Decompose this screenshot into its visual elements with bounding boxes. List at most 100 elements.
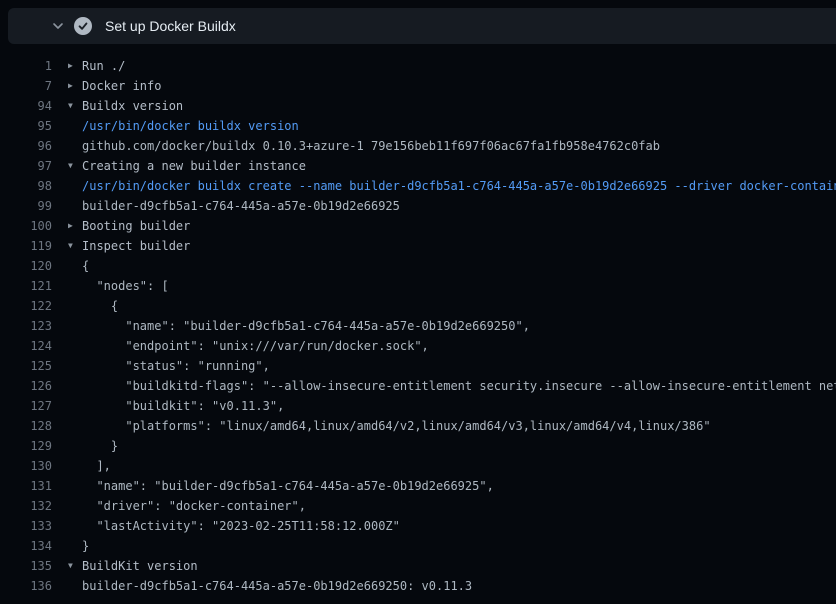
line-number[interactable]: 97 (0, 156, 52, 176)
log-line: 135 ▼BuildKit version (0, 556, 836, 576)
arrow-spacer (68, 176, 82, 196)
line-number[interactable]: 96 (0, 136, 52, 156)
log-output-text: { (82, 256, 89, 276)
log-output-text: github.com/docker/buildx 0.10.3+azure-1 … (82, 136, 660, 156)
log-group-title[interactable]: Inspect builder (82, 236, 190, 256)
log-line: 124 "endpoint": "unix:///var/run/docker.… (0, 336, 836, 356)
line-number[interactable]: 100 (0, 216, 52, 236)
line-number[interactable]: 135 (0, 556, 52, 576)
arrow-spacer (68, 536, 82, 556)
line-number[interactable]: 133 (0, 516, 52, 536)
log-line: 123 "name": "builder-d9cfb5a1-c764-445a-… (0, 316, 836, 336)
log-line: 94 ▼Buildx version (0, 96, 836, 116)
log-command-text: /usr/bin/docker buildx version (82, 116, 299, 136)
group-collapsed-arrow-icon[interactable]: ▶ (68, 56, 82, 76)
log-line: 126 "buildkitd-flags": "--allow-insecure… (0, 376, 836, 396)
line-number[interactable]: 125 (0, 356, 52, 376)
line-number[interactable]: 132 (0, 496, 52, 516)
log-line: 98/usr/bin/docker buildx create --name b… (0, 176, 836, 196)
log-output-text: builder-d9cfb5a1-c764-445a-a57e-0b19d2e6… (82, 196, 400, 216)
line-number[interactable]: 120 (0, 256, 52, 276)
line-number[interactable]: 122 (0, 296, 52, 316)
log-line: 127 "buildkit": "v0.11.3", (0, 396, 836, 416)
log-output-text: ], (82, 456, 111, 476)
line-number[interactable]: 130 (0, 456, 52, 476)
log-group-title[interactable]: Creating a new builder instance (82, 156, 306, 176)
log-line: 128 "platforms": "linux/amd64,linux/amd6… (0, 416, 836, 436)
arrow-spacer (68, 476, 82, 496)
line-number[interactable]: 129 (0, 436, 52, 456)
log-output-text: "name": "builder-d9cfb5a1-c764-445a-a57e… (82, 476, 494, 496)
line-number[interactable]: 121 (0, 276, 52, 296)
log-output-text: "buildkit": "v0.11.3", (82, 396, 284, 416)
group-expanded-arrow-icon[interactable]: ▼ (68, 96, 82, 116)
arrow-spacer (68, 376, 82, 396)
log-group-title[interactable]: Buildx version (82, 96, 183, 116)
arrow-spacer (68, 396, 82, 416)
arrow-spacer (68, 336, 82, 356)
line-number[interactable]: 136 (0, 576, 52, 596)
log-line: 119 ▼Inspect builder (0, 236, 836, 256)
arrow-spacer (68, 576, 82, 596)
line-number[interactable]: 95 (0, 116, 52, 136)
line-number[interactable]: 134 (0, 536, 52, 556)
line-number[interactable]: 98 (0, 176, 52, 196)
log-command-text: /usr/bin/docker buildx create --name bui… (82, 176, 836, 196)
log-group-title[interactable]: BuildKit version (82, 556, 198, 576)
group-expanded-arrow-icon[interactable]: ▼ (68, 156, 82, 176)
log-output-text: "lastActivity": "2023-02-25T11:58:12.000… (82, 516, 400, 536)
line-number[interactable]: 128 (0, 416, 52, 436)
arrow-spacer (68, 416, 82, 436)
log-line: 133 "lastActivity": "2023-02-25T11:58:12… (0, 516, 836, 536)
arrow-spacer (68, 296, 82, 316)
log-line: 1 ▶Run ./ (0, 56, 836, 76)
group-expanded-arrow-icon[interactable]: ▼ (68, 556, 82, 576)
log-output-text: "buildkitd-flags": "--allow-insecure-ent… (82, 376, 836, 396)
log-line: 97 ▼Creating a new builder instance (0, 156, 836, 176)
line-number[interactable]: 94 (0, 96, 52, 116)
log-line: 95/usr/bin/docker buildx version (0, 116, 836, 136)
line-number[interactable]: 119 (0, 236, 52, 256)
log-line: 125 "status": "running", (0, 356, 836, 376)
check-icon-svg (78, 21, 88, 31)
arrow-spacer (68, 516, 82, 536)
line-number[interactable]: 126 (0, 376, 52, 396)
log-group-title[interactable]: Run ./ (82, 56, 125, 76)
log-line: 99 builder-d9cfb5a1-c764-445a-a57e-0b19d2… (0, 196, 836, 216)
log-group-title[interactable]: Booting builder (82, 216, 190, 236)
log-container[interactable]: 1▶Run ./7▶Docker info94▼Buildx version95… (0, 44, 836, 604)
line-number[interactable]: 124 (0, 336, 52, 356)
arrow-spacer (68, 136, 82, 156)
arrow-spacer (68, 436, 82, 456)
log-output-text: "platforms": "linux/amd64,linux/amd64/v2… (82, 416, 711, 436)
line-number[interactable]: 131 (0, 476, 52, 496)
log-line: 96 github.com/docker/buildx 0.10.3+azure-… (0, 136, 836, 156)
log-line: 100 ▶Booting builder (0, 216, 836, 236)
log-line: 121 "nodes": [ (0, 276, 836, 296)
log-line: 120 { (0, 256, 836, 276)
step-title: Set up Docker Buildx (105, 18, 236, 34)
arrow-spacer (68, 456, 82, 476)
step-header[interactable]: Set up Docker Buildx (8, 8, 836, 44)
log-line: 136builder-d9cfb5a1-c764-445a-a57e-0b19d… (0, 576, 836, 596)
line-number[interactable]: 1 (0, 56, 52, 76)
chevron-down-icon[interactable] (51, 19, 65, 33)
log-output-text: { (82, 296, 118, 316)
arrow-spacer (68, 116, 82, 136)
line-number[interactable]: 127 (0, 396, 52, 416)
group-expanded-arrow-icon[interactable]: ▼ (68, 236, 82, 256)
log-line: 132 "driver": "docker-container", (0, 496, 836, 516)
log-group-title[interactable]: Docker info (82, 76, 161, 96)
line-number[interactable]: 99 (0, 196, 52, 216)
success-check-icon (74, 17, 92, 35)
arrow-spacer (68, 276, 82, 296)
log-line: 129 } (0, 436, 836, 456)
group-collapsed-arrow-icon[interactable]: ▶ (68, 216, 82, 236)
line-number[interactable]: 7 (0, 76, 52, 96)
arrow-spacer (68, 196, 82, 216)
log-line: 131 "name": "builder-d9cfb5a1-c764-445a-… (0, 476, 836, 496)
line-number[interactable]: 123 (0, 316, 52, 336)
group-collapsed-arrow-icon[interactable]: ▶ (68, 76, 82, 96)
arrow-spacer (68, 256, 82, 276)
arrow-spacer (68, 356, 82, 376)
